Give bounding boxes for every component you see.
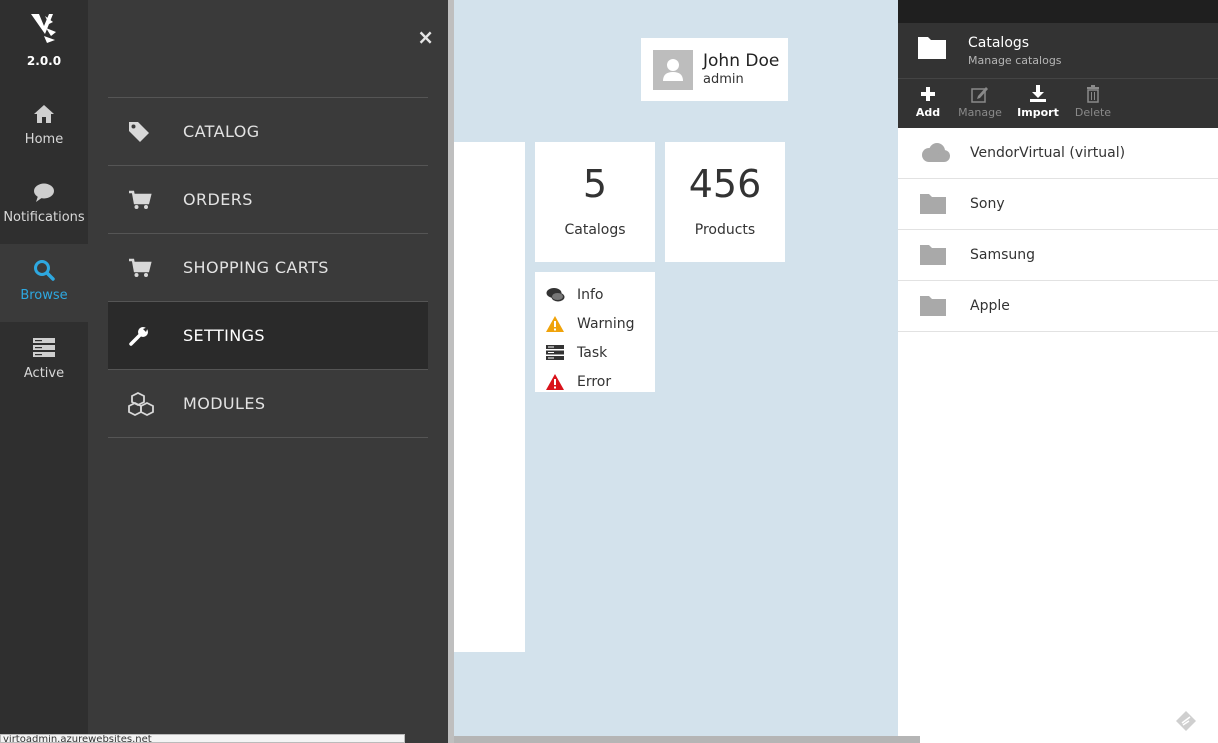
cart-icon <box>129 258 152 277</box>
manage-button-label: Manage <box>958 106 1002 119</box>
legend-item-error: Error <box>535 367 655 396</box>
stat-tile-catalogs[interactable]: 5 Catalogs <box>535 142 655 262</box>
avatar <box>653 50 693 90</box>
plus-icon <box>921 87 935 101</box>
legend-label: Info <box>577 286 604 303</box>
horizontal-scrollbar[interactable] <box>454 736 920 743</box>
status-url: virtoadmin.azurewebsites.net <box>3 734 152 743</box>
main-sidebar: 2.0.0 Home Notifications Browse Active <box>0 0 88 743</box>
manage-button[interactable]: Manage <box>950 85 1010 119</box>
legend-label: Error <box>577 373 612 390</box>
menu-item-shopping-carts[interactable]: SHOPPING CARTS <box>108 234 428 302</box>
delete-button-label: Delete <box>1074 106 1112 119</box>
sidebar-item-label: Active <box>23 366 65 381</box>
import-button-label: Import <box>1017 106 1059 119</box>
list-item[interactable]: Apple <box>898 281 1218 332</box>
stat-value: 456 <box>688 162 762 206</box>
list-item[interactable]: Samsung <box>898 230 1218 281</box>
catalogs-blade: Catalogs Manage catalogs Add Manage Impo… <box>898 0 1218 743</box>
sidebar-item-label: Home <box>24 132 64 147</box>
blade-title: Catalogs <box>968 35 1030 51</box>
search-icon <box>34 260 55 281</box>
sidebar-item-active[interactable]: Active <box>0 322 88 400</box>
stat-label: Catalogs <box>564 222 626 238</box>
legend-item-task: Task <box>535 338 655 367</box>
chat-bubble-icon <box>34 183 54 202</box>
folder-icon <box>920 245 946 265</box>
sidebar-item-home[interactable]: Home <box>0 88 88 166</box>
menu-item-label: MODULES <box>183 394 266 413</box>
sidebar-item-label: Browse <box>20 288 68 303</box>
user-icon <box>663 59 683 81</box>
dashboard-tile <box>454 142 525 652</box>
tag-icon <box>129 121 149 142</box>
browser-status-bar: virtoadmin.azurewebsites.net <box>0 734 405 743</box>
home-icon <box>34 105 54 123</box>
list-item-label: Apple <box>970 298 1010 314</box>
import-button[interactable]: Import <box>1008 85 1068 119</box>
cart-icon <box>129 190 152 209</box>
close-menu-button[interactable]: × <box>417 27 434 47</box>
menu-item-catalog[interactable]: CATALOG <box>108 98 428 166</box>
sidebar-item-notifications[interactable]: Notifications <box>0 166 88 244</box>
legend-item-info: Info <box>535 280 655 309</box>
blade-header: Catalogs Manage catalogs <box>898 23 1218 78</box>
app-logo[interactable]: 2.0.0 <box>0 12 88 68</box>
user-role: admin <box>703 72 744 87</box>
stat-tile-products[interactable]: 456 Products <box>665 142 785 262</box>
sidebar-item-browse[interactable]: Browse <box>0 244 88 322</box>
folder-icon <box>918 37 946 59</box>
chat-bubble-icon <box>546 287 565 301</box>
menu-item-orders[interactable]: ORDERS <box>108 166 428 234</box>
legend-item-warning: Warning <box>535 309 655 338</box>
add-button[interactable]: Add <box>898 85 958 119</box>
wrench-icon <box>129 326 148 346</box>
menu-item-label: SHOPPING CARTS <box>183 258 329 277</box>
sidebar-item-label: Notifications <box>3 210 85 225</box>
menu-item-modules[interactable]: MODULES <box>108 370 428 438</box>
folder-icon <box>920 296 946 316</box>
catalog-list: VendorVirtual (virtual) Sony Samsung App… <box>898 128 1218 332</box>
stat-value: 5 <box>582 162 608 206</box>
app-version: 2.0.0 <box>26 54 62 68</box>
blade-subtitle: Manage catalogs <box>968 54 1062 67</box>
menu-item-settings[interactable]: SETTINGS <box>108 302 428 370</box>
menu-item-label: ORDERS <box>183 190 253 209</box>
blade-topbar <box>898 0 1218 23</box>
list-item[interactable]: VendorVirtual (virtual) <box>898 128 1218 179</box>
add-button-label: Add <box>915 106 941 119</box>
cubes-icon <box>128 391 154 416</box>
error-triangle-icon <box>546 373 564 390</box>
menu-item-label: SETTINGS <box>183 326 265 345</box>
blade-toolbar: Add Manage Import Delete <box>898 78 1218 128</box>
virto-logo-icon <box>31 14 56 43</box>
edit-icon <box>971 87 988 103</box>
user-card[interactable]: John Doe admin <box>641 38 788 101</box>
list-item-label: Samsung <box>970 247 1036 263</box>
list-item-label: Sony <box>970 196 1005 212</box>
feedback-icon[interactable] <box>1174 709 1198 733</box>
browse-menu-panel: × CATALOG ORDERS SHOPPING CARTS SETTINGS… <box>88 0 448 743</box>
trash-icon <box>1087 85 1099 103</box>
cloud-icon <box>922 143 950 162</box>
delete-button[interactable]: Delete <box>1063 85 1123 119</box>
menu-list: CATALOG ORDERS SHOPPING CARTS SETTINGS M… <box>108 97 428 438</box>
folder-icon <box>920 194 946 214</box>
warning-triangle-icon <box>546 315 564 332</box>
server-stack-icon <box>33 338 55 357</box>
stat-label: Products <box>694 222 756 238</box>
legend-label: Warning <box>577 315 635 332</box>
list-item[interactable]: Sony <box>898 179 1218 230</box>
menu-item-label: CATALOG <box>183 122 260 141</box>
notification-legend: Info Warning Task Error <box>535 272 655 392</box>
server-stack-icon <box>546 345 564 360</box>
list-item-label: VendorVirtual (virtual) <box>970 145 1126 161</box>
download-icon <box>1030 85 1046 102</box>
user-name: John Doe <box>703 51 780 71</box>
legend-label: Task <box>577 344 608 361</box>
